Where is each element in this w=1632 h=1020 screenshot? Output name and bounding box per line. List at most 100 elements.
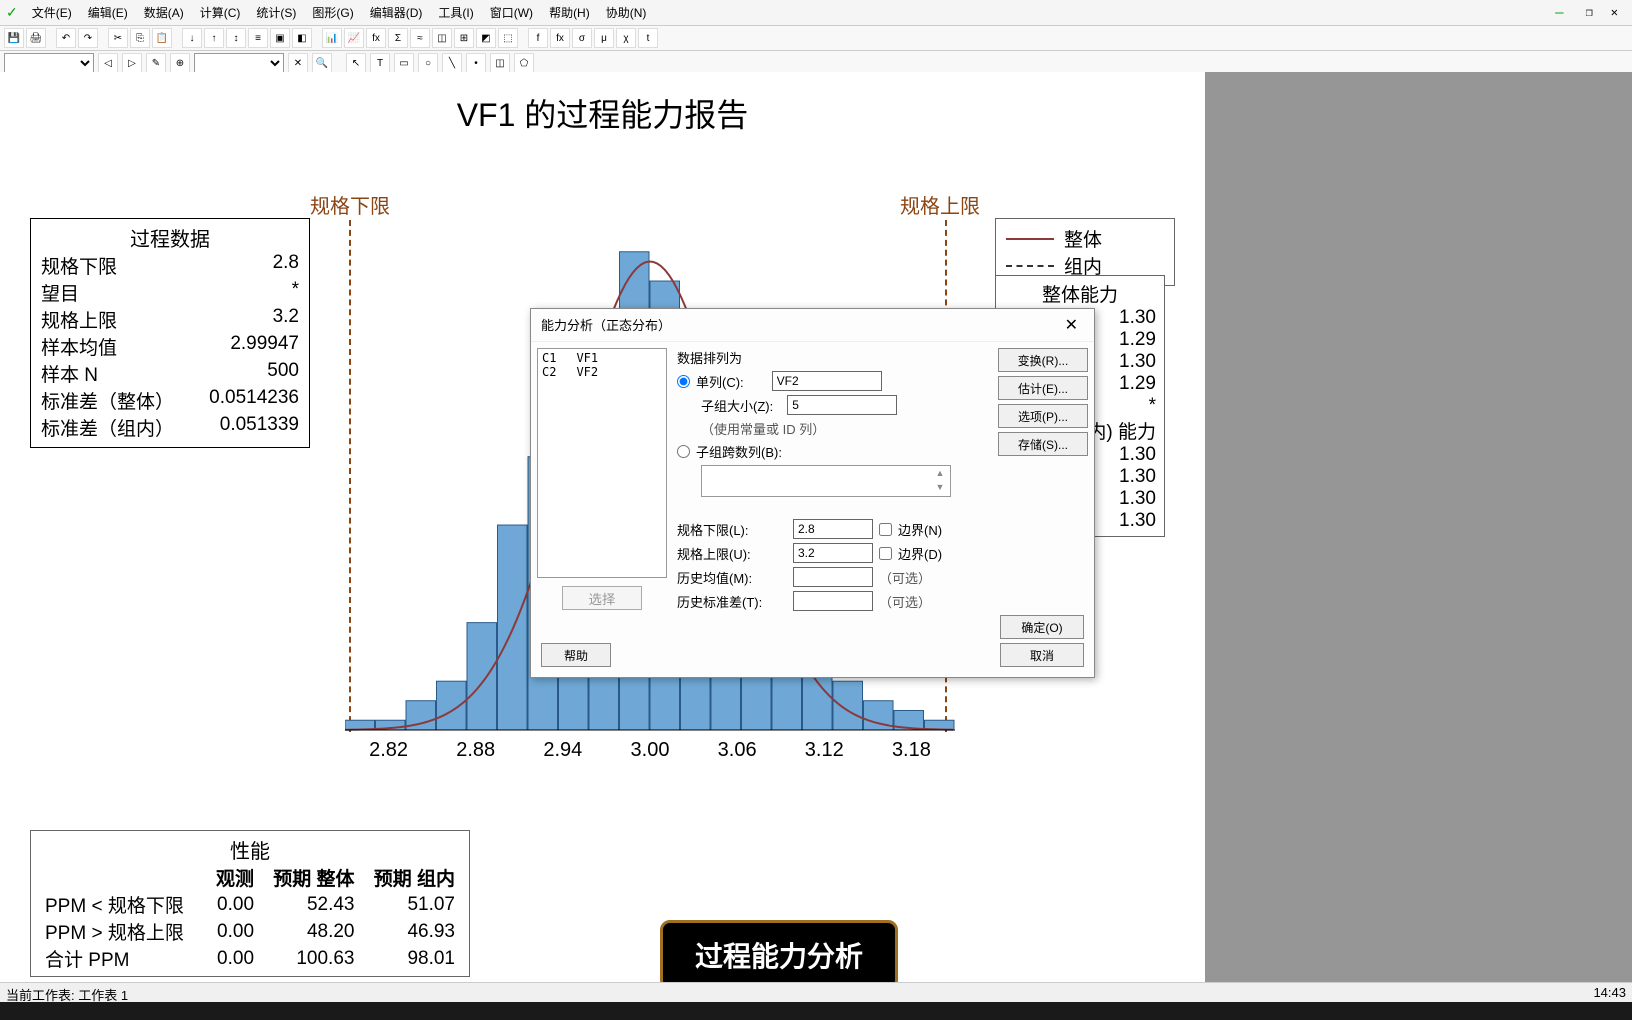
stats-tool-1[interactable]: 📊 [322,28,342,48]
fx-tool-4[interactable]: μ [594,28,614,48]
menu-editor[interactable]: 编辑器(D) [364,2,429,23]
taskbar [0,1002,1632,1020]
menu-tools[interactable]: 工具(I) [432,2,479,23]
maximize-button[interactable]: ❐ [1578,3,1601,23]
hist-mean-input[interactable] [793,567,873,587]
menu-stat[interactable]: 统计(S) [250,2,302,23]
perf-r0v2: 51.07 [358,891,459,918]
perf-c2: 预期 整体 [258,864,358,891]
close-button[interactable]: ✕ [1603,3,1626,23]
cancel-button[interactable]: 取消 [1000,643,1084,667]
stats-tool-7[interactable]: ⊞ [454,28,474,48]
menu-file[interactable]: 文件(E) [26,2,78,23]
across-cols-listbox[interactable]: ▲ ▼ [701,465,951,497]
lsl-input[interactable] [793,519,873,539]
cap-v6: 1.30 [1119,466,1156,488]
bound-d-checkbox[interactable] [879,547,892,560]
tool-icon-3[interactable]: ↕ [226,28,246,48]
pd-v0: 2.8 [273,252,299,279]
combo-1[interactable] [4,53,94,73]
print-icon[interactable]: 🖨 [26,28,46,48]
menu-data[interactable]: 数据(A) [138,2,190,23]
options-button[interactable]: 选项(P)... [998,404,1088,428]
single-col-input[interactable] [772,371,882,391]
fx-tool-5[interactable]: χ [616,28,636,48]
tick-0: 2.82 [369,739,408,762]
usl-input[interactable] [793,543,873,563]
tool-icon-6[interactable]: ◧ [292,28,312,48]
estimate-button[interactable]: 估计(E)... [998,376,1088,400]
zoom-icon[interactable]: 🔍 [312,53,332,73]
cap-v0: 1.30 [1119,307,1156,329]
save-icon[interactable]: 💾 [4,28,24,48]
tool-icon-1[interactable]: ↓ [182,28,202,48]
bound-n-label: 边界(N) [898,520,942,539]
rect-icon[interactable]: ▭ [394,53,414,73]
fx-tool-3[interactable]: σ [572,28,592,48]
menu-help[interactable]: 帮助(H) [543,2,596,23]
fx-tool-2[interactable]: fx [550,28,570,48]
spin-down-icon[interactable]: ▼ [934,482,946,494]
nav-tool-2[interactable]: ⊕ [170,53,190,73]
stats-tool-6[interactable]: ◫ [432,28,452,48]
tool-icon-4[interactable]: ≡ [248,28,268,48]
col-c2: C2 [542,365,556,379]
workspace-empty [1205,72,1632,988]
pd-v6: 0.051339 [220,414,299,441]
tool-icon-2[interactable]: ↑ [204,28,224,48]
stats-tool-8[interactable]: ◩ [476,28,496,48]
help-button[interactable]: 帮助 [541,643,611,667]
nav-prev-icon[interactable]: ◁ [98,53,118,73]
stats-tool-3[interactable]: fx [366,28,386,48]
cut-icon[interactable]: ✂ [108,28,128,48]
perf-r2v1: 100.63 [258,945,358,972]
legend-within-line [1006,265,1054,267]
nav-tool-1[interactable]: ✎ [146,53,166,73]
pointer-icon[interactable]: ↖ [346,53,366,73]
store-button[interactable]: 存储(S)... [998,432,1088,456]
ok-button[interactable]: 确定(O) [1000,615,1084,639]
stats-tool-9[interactable]: ⬚ [498,28,518,48]
polyline-icon[interactable]: ◫ [490,53,510,73]
dialog-close-icon[interactable]: ✕ [1059,315,1084,335]
menu-assist[interactable]: 协助(N) [600,2,653,23]
menu-graph[interactable]: 图形(G) [306,2,359,23]
circle-icon[interactable]: ○ [418,53,438,73]
redo-icon[interactable]: ↷ [78,28,98,48]
undo-icon[interactable]: ↶ [56,28,76,48]
copy-icon[interactable]: ⎘ [130,28,150,48]
minimize-button[interactable]: — [1547,3,1571,23]
perf-r0v1: 52.43 [258,891,358,918]
menu-window[interactable]: 窗口(W) [484,2,539,23]
menu-calc[interactable]: 计算(C) [194,2,247,23]
performance-box: 性能 观测 预期 整体 预期 组内 PPM < 规格下限 0.00 52.43 … [30,830,470,977]
paste-icon[interactable]: 📋 [152,28,172,48]
bound-n-checkbox[interactable] [879,523,892,536]
pd-v4: 500 [267,360,299,387]
radio-single-col[interactable] [677,375,690,388]
column-listbox[interactable]: C1VF1 C2VF2 [537,348,667,578]
polygon-icon[interactable]: ⬠ [514,53,534,73]
clear-icon[interactable]: ✕ [288,53,308,73]
combo-2[interactable] [194,53,284,73]
line-icon[interactable]: ╲ [442,53,462,73]
subgroup-size-input[interactable] [787,395,897,415]
text-icon[interactable]: T [370,53,390,73]
transform-button[interactable]: 变换(R)... [998,348,1088,372]
menu-edit[interactable]: 编辑(E) [82,2,134,23]
stats-tool-5[interactable]: ≈ [410,28,430,48]
nav-next-icon[interactable]: ▷ [122,53,142,73]
status-left: 当前工作表: 工作表 1 [6,985,128,1000]
fx-tool-1[interactable]: f [528,28,548,48]
marker-icon[interactable]: • [466,53,486,73]
hist-sd-input[interactable] [793,591,873,611]
stats-tool-4[interactable]: Σ [388,28,408,48]
tool-icon-5[interactable]: ▣ [270,28,290,48]
perf-r2v0: 0.00 [206,945,258,972]
radio-across-cols[interactable] [677,445,690,458]
fx-tool-6[interactable]: t [638,28,658,48]
spin-up-icon[interactable]: ▲ [934,468,946,480]
dialog-titlebar: 能力分析（正态分布） ✕ [531,309,1094,342]
perf-c3: 预期 组内 [358,864,459,891]
stats-tool-2[interactable]: 📈 [344,28,364,48]
